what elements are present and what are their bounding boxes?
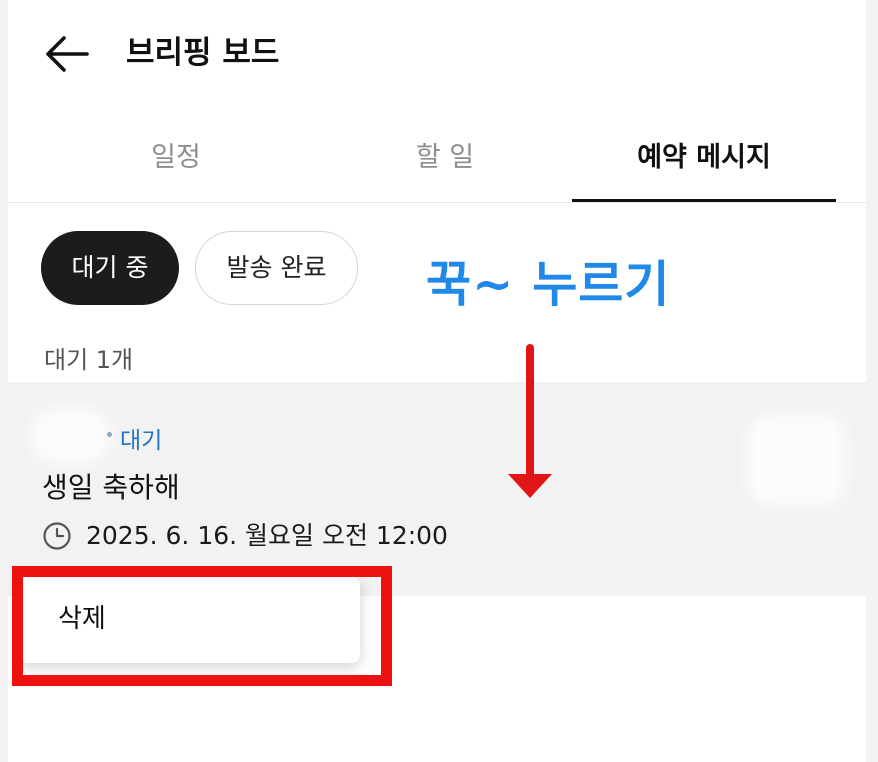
tab-schedule[interactable]: 일정 [58, 128, 294, 202]
scheduled-message-item[interactable]: 대기 생일 축하해 2025. 6. 16. 월요일 오전 12:00 [8, 382, 866, 596]
page-title: 브리핑 보드 [126, 35, 280, 71]
filter-chip-sent[interactable]: 발송 완료 [195, 231, 358, 305]
filter-chip-pending[interactable]: 대기 중 [41, 231, 179, 305]
context-menu: 삭제 [20, 577, 360, 663]
scheduled-datetime: 2025. 6. 16. 월요일 오전 12:00 [86, 521, 448, 550]
clock-icon [43, 522, 71, 550]
screen-edge-right [866, 0, 878, 762]
app-screen: 브리핑 보드 일정 할 일 예약 메시지 대기 중 발송 완료 대기 1개 대기… [8, 0, 866, 762]
annotation-label: 꾹~ 누르기 [426, 256, 671, 313]
message-text: 생일 축하해 [42, 471, 180, 504]
tab-bar: 일정 할 일 예약 메시지 [58, 128, 836, 203]
delete-menu-item[interactable]: 삭제 [58, 599, 106, 639]
status-label: 대기 [120, 428, 163, 454]
tab-scheduled-messages[interactable]: 예약 메시지 [572, 128, 836, 202]
separator-dot [107, 432, 112, 437]
arrow-down-icon [508, 344, 552, 498]
recipient-name-blurred [38, 416, 104, 456]
tabs-divider [8, 202, 866, 203]
arrow-left-icon [46, 36, 89, 72]
screen-edge-left [0, 0, 8, 762]
pending-count: 대기 1개 [44, 346, 134, 374]
tab-todo[interactable]: 할 일 [316, 128, 574, 202]
recipient-avatar-blurred [758, 424, 836, 496]
back-button[interactable] [42, 28, 94, 80]
